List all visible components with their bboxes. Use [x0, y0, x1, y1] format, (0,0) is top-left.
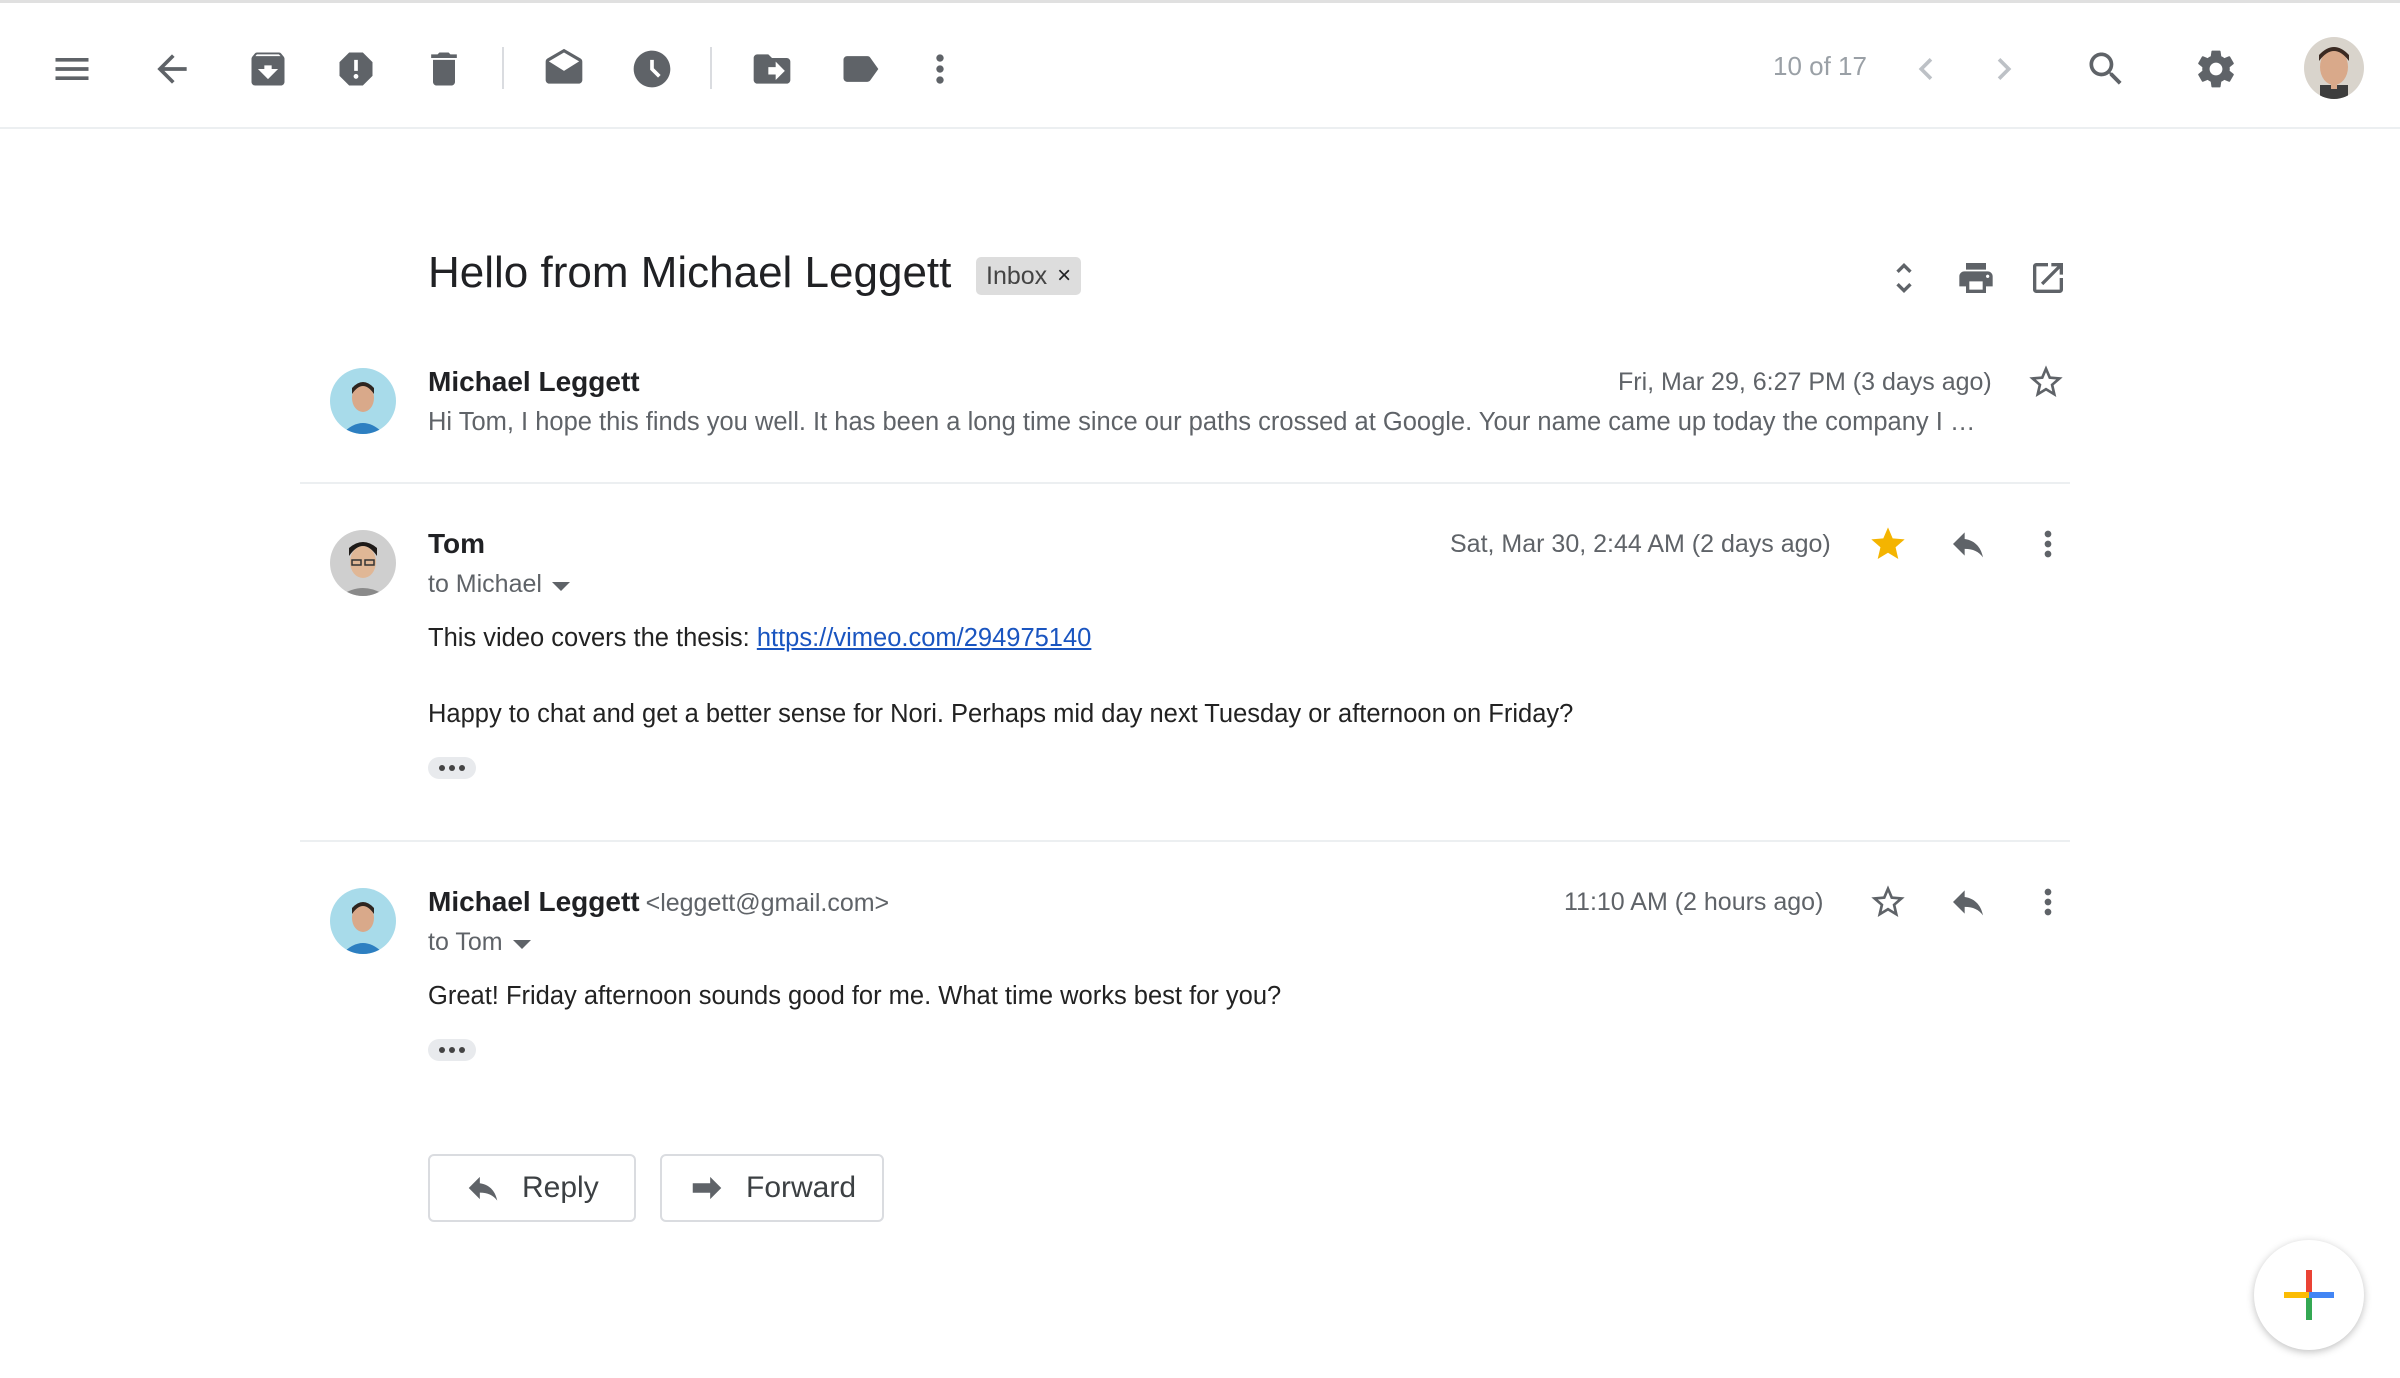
message-body-line: Great! Friday afternoon sounds good for … — [428, 982, 1282, 1010]
open-new-window-icon[interactable] — [2020, 250, 2076, 306]
message-body-line: Happy to chat and get a better sense for… — [428, 700, 1574, 728]
chevron-down-icon — [551, 581, 570, 591]
reply-button[interactable]: Reply — [428, 1154, 636, 1222]
prev-icon[interactable] — [1896, 39, 1956, 99]
sender-avatar — [330, 368, 396, 434]
search-icon[interactable] — [2076, 39, 2136, 99]
expand-all-icon[interactable] — [1876, 250, 1932, 306]
toolbar-separator — [502, 47, 504, 89]
toolbar-separator — [710, 47, 712, 89]
recipient-text: to Michael — [428, 570, 542, 598]
sender-name: Michael Leggett — [428, 886, 640, 917]
forward-label: Forward — [746, 1171, 857, 1204]
vimeo-link[interactable]: https://vimeo.com/294975140 — [757, 624, 1092, 652]
menu-icon[interactable] — [42, 39, 102, 99]
message-divider — [300, 840, 2070, 842]
show-trimmed-content-button[interactable] — [428, 757, 476, 779]
move-to-icon[interactable] — [742, 39, 802, 99]
star-icon[interactable] — [1860, 874, 1916, 930]
more-icon[interactable] — [910, 39, 970, 99]
label-text: Inbox — [986, 261, 1048, 290]
settings-icon[interactable] — [2186, 39, 2246, 99]
reply-icon[interactable] — [1940, 516, 1996, 572]
forward-button[interactable]: Forward — [660, 1154, 884, 1222]
sender-avatar — [330, 888, 396, 954]
show-trimmed-content-button[interactable] — [428, 1039, 476, 1061]
message-divider — [300, 482, 2070, 484]
delete-icon[interactable] — [414, 39, 474, 99]
back-icon[interactable] — [142, 39, 202, 99]
star-filled-icon[interactable] — [1860, 516, 1916, 572]
snooze-icon[interactable] — [622, 39, 682, 99]
star-icon[interactable] — [2018, 354, 2074, 410]
compose-button[interactable] — [2254, 1240, 2364, 1350]
more-icon[interactable] — [2020, 874, 2076, 930]
reply-icon — [468, 1176, 498, 1201]
reply-label: Reply — [522, 1171, 599, 1204]
message-sender: Tom — [428, 528, 486, 559]
chevron-down-icon — [512, 939, 531, 949]
inbox-label-chip[interactable]: Inbox × — [976, 257, 1082, 295]
report-spam-icon[interactable] — [326, 39, 386, 99]
reply-icon[interactable] — [1940, 874, 1996, 930]
page-counter: 10 of 17 — [1773, 51, 1867, 81]
sender-email: <leggett@gmail.com> — [645, 889, 890, 917]
print-icon[interactable] — [1948, 250, 2004, 306]
recipient-details[interactable]: to Michael — [428, 570, 570, 599]
label-icon[interactable] — [830, 39, 890, 99]
recipient-details[interactable]: to Tom — [428, 928, 531, 957]
thread-subject: Hello from Michael Leggett — [428, 248, 952, 297]
recipient-text: to Tom — [428, 928, 503, 956]
plus-icon — [2284, 1270, 2334, 1320]
archive-icon[interactable] — [238, 39, 298, 99]
next-icon[interactable] — [1974, 39, 2034, 99]
message-date: Sat, Mar 30, 2:44 AM (2 days ago) — [1450, 530, 1831, 558]
mark-unread-icon[interactable] — [534, 39, 594, 99]
message-sender: Michael Leggett <leggett@gmail.com> — [428, 886, 889, 918]
sender-avatar — [330, 530, 396, 596]
remove-label-icon[interactable]: × — [1057, 262, 1071, 290]
body-text: This video covers the thesis: — [428, 624, 757, 652]
more-icon[interactable] — [2020, 516, 2076, 572]
forward-icon — [692, 1176, 722, 1200]
account-avatar[interactable] — [2304, 37, 2364, 99]
message-date: 11:10 AM (2 hours ago) — [1564, 888, 1824, 916]
message-sender: Michael Leggett — [428, 366, 640, 397]
message-date: Fri, Mar 29, 6:27 PM (3 days ago) — [1618, 368, 1992, 396]
message-snippet[interactable]: Hi Tom, I hope this finds you well. It h… — [428, 408, 1975, 437]
toolbar: 10 of 17 — [0, 3, 2400, 129]
message-body-line: This video covers the thesis: https://vi… — [428, 624, 1091, 653]
